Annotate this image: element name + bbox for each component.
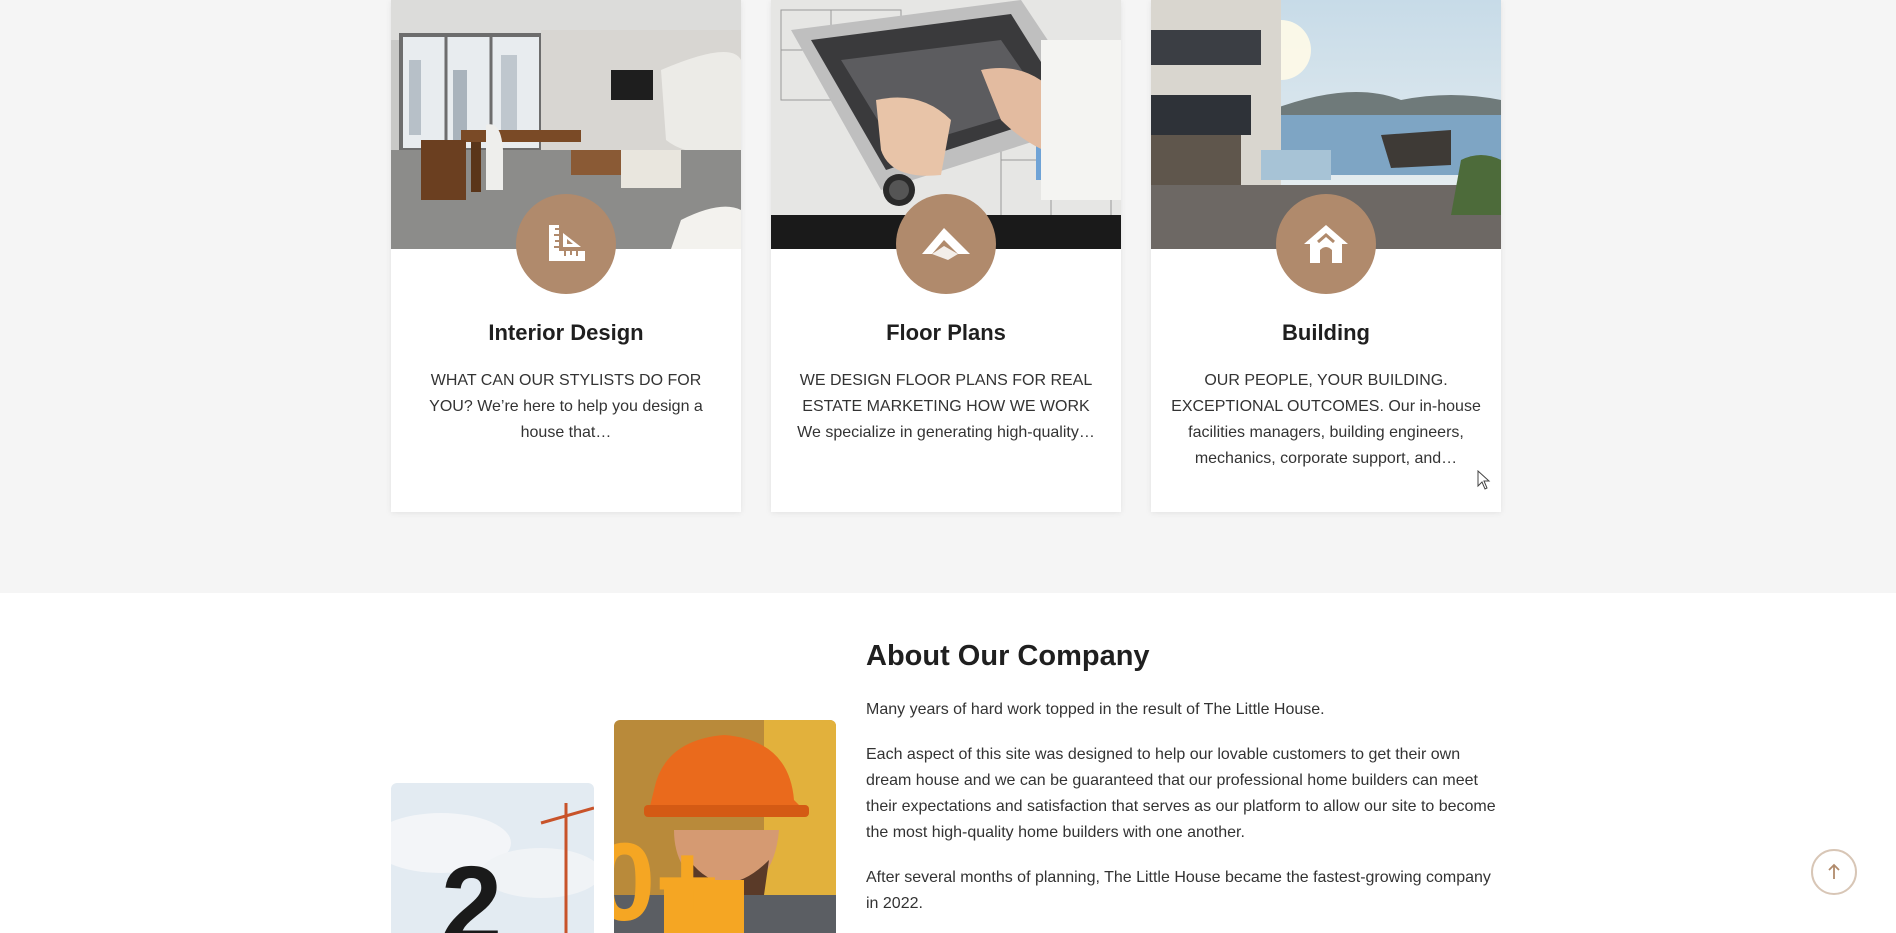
about-history: After several months of planning, The Li… bbox=[866, 869, 1491, 912]
construction-worker-image: 0+ bbox=[614, 720, 836, 933]
card-text: OUR PEOPLE, YOUR BUILDING. EXCEPTIONAL O… bbox=[1171, 372, 1481, 467]
about-section: 2 0+ About Our Company Many years of har… bbox=[0, 593, 1896, 933]
about-intro: Many years of hard work topped in the re… bbox=[866, 701, 1325, 718]
crane-sky-image: 2 bbox=[391, 783, 594, 933]
card-text: WE DESIGN FLOOR PLANS FOR REAL ESTATE MA… bbox=[797, 372, 1095, 441]
ruler-square-icon bbox=[516, 194, 616, 294]
mouse-cursor-icon bbox=[1477, 469, 1491, 495]
service-card-building[interactable]: Building OUR PEOPLE, YOUR BUILDING. EXCE… bbox=[1151, 0, 1501, 512]
svg-text:2: 2 bbox=[441, 844, 502, 933]
service-card-floor-plans[interactable]: Floor Plans WE DESIGN FLOOR PLANS FOR RE… bbox=[771, 0, 1121, 512]
services-section: Interior Design WHAT CAN OUR STYLISTS DO… bbox=[0, 0, 1896, 593]
about-description: Each aspect of this site was designed to… bbox=[866, 746, 1496, 841]
card-title: Building bbox=[1282, 320, 1370, 345]
about-title: About Our Company bbox=[866, 640, 1150, 672]
card-text: WHAT CAN OUR STYLISTS DO FOR YOU? We’re … bbox=[429, 372, 703, 441]
svg-text:0+: 0+ bbox=[614, 821, 719, 933]
floor-plan-icon bbox=[896, 194, 996, 294]
scroll-to-top-button[interactable] bbox=[1811, 849, 1857, 895]
arrow-up-icon bbox=[1828, 863, 1840, 879]
service-card-interior-design[interactable]: Interior Design WHAT CAN OUR STYLISTS DO… bbox=[391, 0, 741, 512]
card-title: Floor Plans bbox=[886, 320, 1006, 345]
card-title: Interior Design bbox=[488, 320, 644, 345]
house-icon bbox=[1276, 194, 1376, 294]
